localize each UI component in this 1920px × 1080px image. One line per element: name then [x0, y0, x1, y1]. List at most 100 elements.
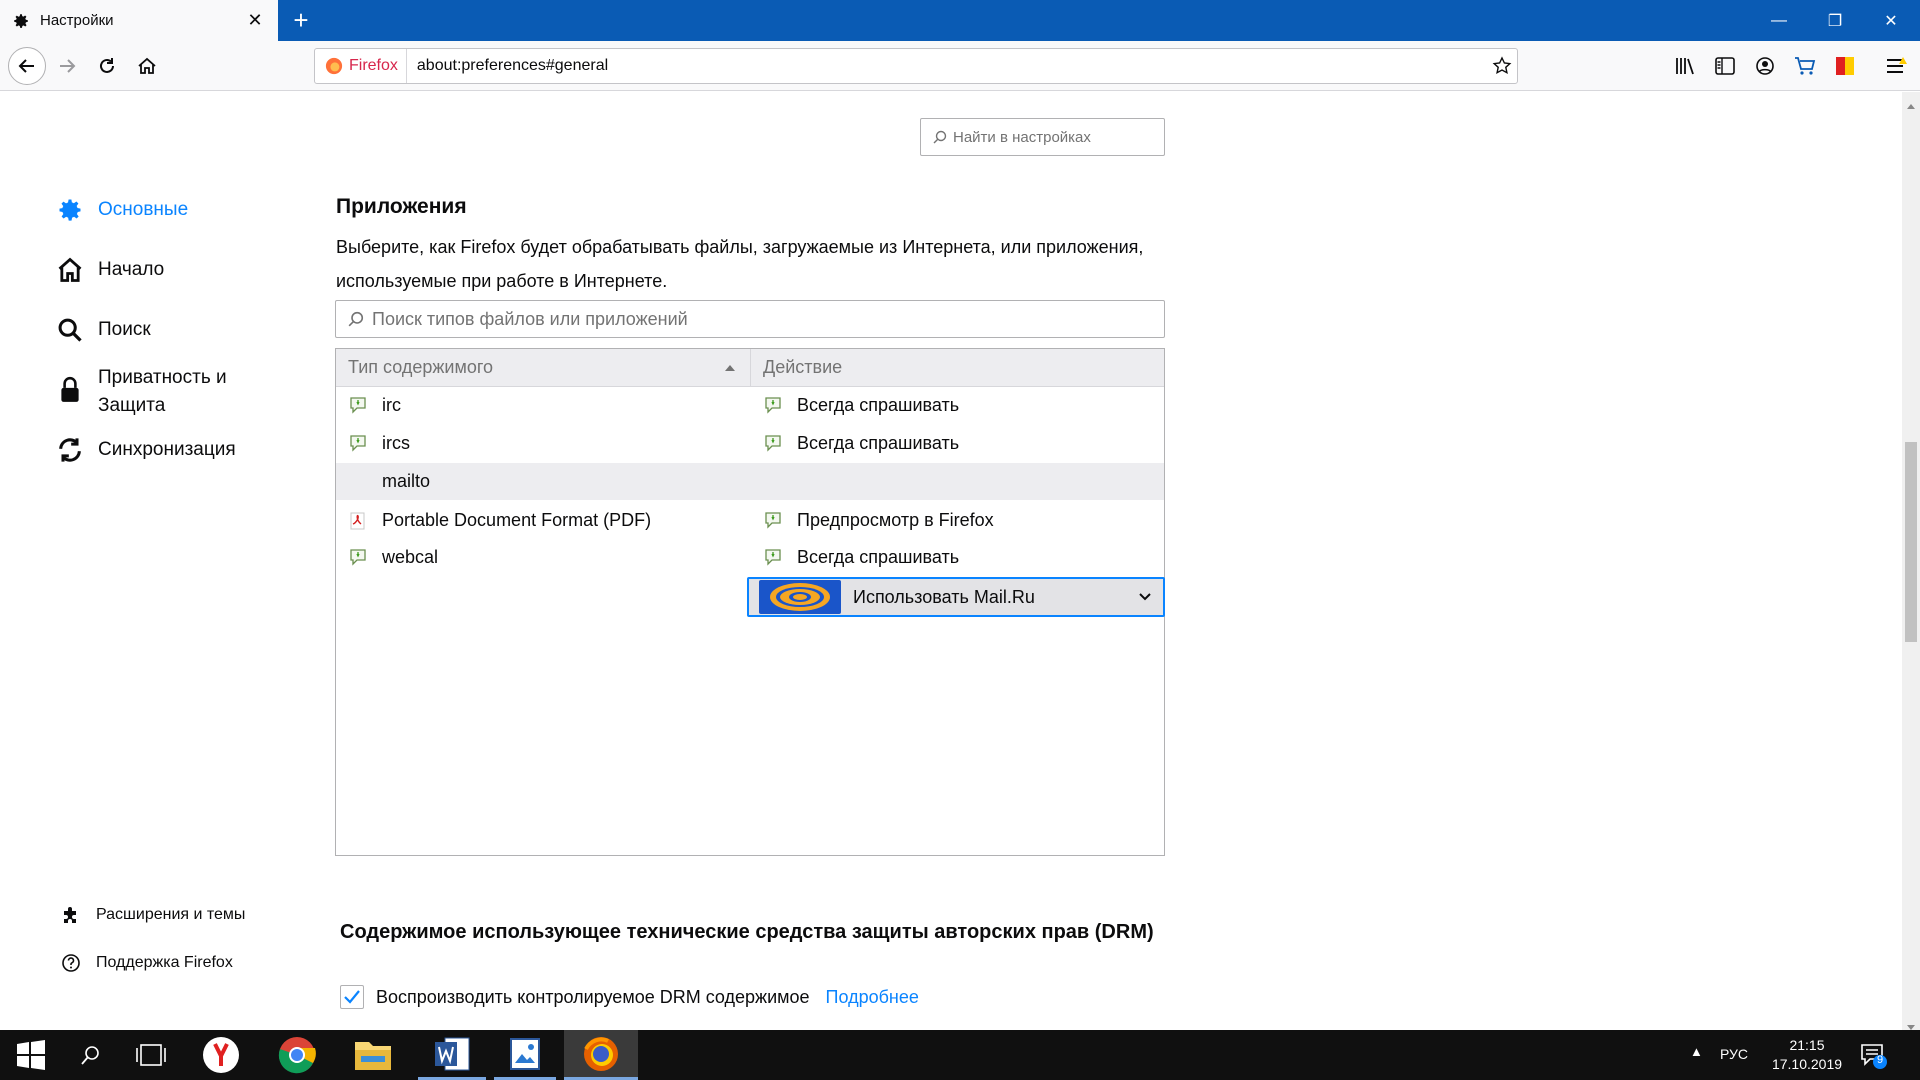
handlers-table: Тип содержимого Действие irc Всегда спра…: [335, 348, 1165, 856]
content-type: irc: [382, 395, 401, 415]
pdf-icon: [348, 511, 368, 531]
addons-link[interactable]: Расширения и темы: [60, 904, 245, 926]
content-type-search-input[interactable]: Поиск типов файлов или приложений: [335, 300, 1165, 338]
search-taskbar-button[interactable]: [60, 1030, 122, 1080]
content-type-search-placeholder: Поиск типов файлов или приложений: [372, 308, 688, 329]
extension-button[interactable]: [1832, 53, 1858, 79]
bookmark-star-button[interactable]: [1487, 56, 1517, 76]
category-home[interactable]: Начало: [54, 254, 164, 286]
category-label: Начало: [98, 259, 165, 280]
photos-icon: [510, 1037, 540, 1070]
category-sync[interactable]: Синхронизация: [54, 434, 236, 466]
clock[interactable]: 21:15 17.10.2019: [1765, 1036, 1849, 1074]
bookmark-flag-icon: [1836, 57, 1854, 75]
sidebar-button[interactable]: [1712, 53, 1738, 79]
protocol-icon: [348, 434, 368, 454]
yandex-icon: [203, 1037, 239, 1073]
table-row[interactable]: Portable Document Format (PDF) Предпросм…: [336, 502, 1164, 539]
forward-button[interactable]: [50, 49, 84, 83]
table-row[interactable]: webcal Всегда спрашивать: [336, 539, 1164, 576]
cart-icon: [1795, 57, 1816, 75]
url-text[interactable]: about:preferences#general: [417, 57, 1487, 75]
tab-close-button[interactable]: ✕: [244, 10, 266, 31]
category-privacy[interactable]: Приватность и Защита: [54, 364, 227, 420]
url-bar[interactable]: Firefox about:preferences#general: [314, 48, 1518, 84]
word-taskbar[interactable]: [418, 1030, 486, 1080]
table-row[interactable]: irc Всегда спрашивать: [336, 387, 1164, 424]
search-icon: [348, 311, 364, 327]
action-label: Всегда спрашивать: [797, 433, 960, 453]
category-label: Синхронизация: [98, 439, 236, 460]
applications-description: Выберите, как Firefox будет обрабатывать…: [336, 237, 1144, 291]
file-explorer-taskbar[interactable]: [342, 1030, 404, 1080]
cart-button[interactable]: [1792, 53, 1818, 79]
category-general[interactable]: Основные: [54, 194, 188, 226]
drm-checkbox-label: Воспроизводить контролируемое DRM содерж…: [376, 986, 810, 1007]
scrollbar-thumb[interactable]: [1905, 442, 1917, 642]
account-button[interactable]: [1752, 53, 1778, 79]
protocol-icon: [348, 548, 368, 568]
scroll-up-icon[interactable]: [1907, 96, 1915, 114]
table-row[interactable]: ircs Всегда спрашивать: [336, 425, 1164, 462]
task-view-icon: [136, 1044, 166, 1066]
empty-icon: [348, 472, 368, 492]
folder-icon: [355, 1042, 391, 1070]
action-label: Всегда спрашивать: [797, 395, 960, 415]
ask-icon: [763, 548, 783, 568]
identity-box[interactable]: Firefox: [315, 49, 407, 83]
firefox-taskbar[interactable]: [564, 1030, 638, 1080]
search-icon: [933, 130, 947, 144]
language-indicator[interactable]: РУС: [1720, 1046, 1748, 1062]
gear-icon: [54, 194, 86, 226]
learn-more-link[interactable]: Подробнее: [826, 987, 919, 1008]
chevron-down-icon: [1127, 593, 1163, 601]
reload-button[interactable]: [90, 49, 124, 83]
column-header-action-label: Действие: [763, 357, 843, 377]
drm-checkbox[interactable]: [340, 985, 364, 1009]
home-icon: [54, 254, 86, 286]
back-button[interactable]: [8, 47, 46, 85]
preferences-search-input[interactable]: Найти в настройках: [920, 118, 1165, 156]
dropdown-selected-value: Использовать Mail.Ru: [853, 586, 1035, 607]
library-icon: [1676, 58, 1694, 75]
action-label: Всегда спрашивать: [797, 547, 960, 567]
photos-taskbar[interactable]: [494, 1030, 556, 1080]
lock-icon: [54, 374, 86, 406]
reload-icon: [100, 58, 114, 73]
tab-settings[interactable]: Настройки ✕: [0, 0, 278, 41]
restore-button[interactable]: ❐: [1812, 0, 1858, 41]
table-row-selected[interactable]: mailto Использовать Mail.Ru: [336, 463, 1165, 617]
start-button[interactable]: [0, 1030, 62, 1080]
action-dropdown[interactable]: Использовать Mail.Ru: [747, 577, 1165, 617]
yandex-browser-taskbar[interactable]: [190, 1030, 252, 1080]
preferences-search-placeholder: Найти в настройках: [953, 128, 1091, 146]
nav-bar: Firefox about:preferences#general: [0, 41, 1920, 91]
chrome-icon: [278, 1037, 316, 1074]
menu-button[interactable]: [1884, 53, 1910, 79]
column-header-type-label: Тип содержимого: [348, 357, 494, 377]
column-header-action[interactable]: Действие: [751, 349, 1164, 386]
minimize-button[interactable]: —: [1756, 0, 1802, 41]
preview-icon: [763, 511, 783, 531]
content-type: mailto: [382, 471, 431, 491]
content-type: ircs: [382, 433, 410, 453]
firefox-icon: [584, 1036, 618, 1071]
sidebar-icon: [1715, 57, 1735, 75]
firefox-logo-icon: [325, 57, 343, 75]
support-label: Поддержка Firefox: [96, 954, 233, 971]
help-icon: [60, 952, 82, 974]
notification-center-button[interactable]: 9: [1858, 1040, 1888, 1070]
new-tab-button[interactable]: +: [286, 6, 316, 36]
support-link[interactable]: Поддержка Firefox: [60, 952, 233, 974]
home-button[interactable]: [130, 49, 164, 83]
library-button[interactable]: [1672, 53, 1698, 79]
tray-overflow-icon[interactable]: ▲: [1690, 1044, 1703, 1059]
category-search[interactable]: Поиск: [54, 314, 151, 346]
close-window-button[interactable]: ✕: [1868, 0, 1914, 41]
protocol-icon: [348, 396, 368, 416]
action-label: Предпросмотр в Firefox: [797, 510, 994, 530]
page-scrollbar[interactable]: [1902, 92, 1920, 1030]
column-header-type[interactable]: Тип содержимого: [336, 349, 751, 386]
chrome-taskbar[interactable]: [266, 1030, 328, 1080]
task-view-button[interactable]: [120, 1030, 182, 1080]
